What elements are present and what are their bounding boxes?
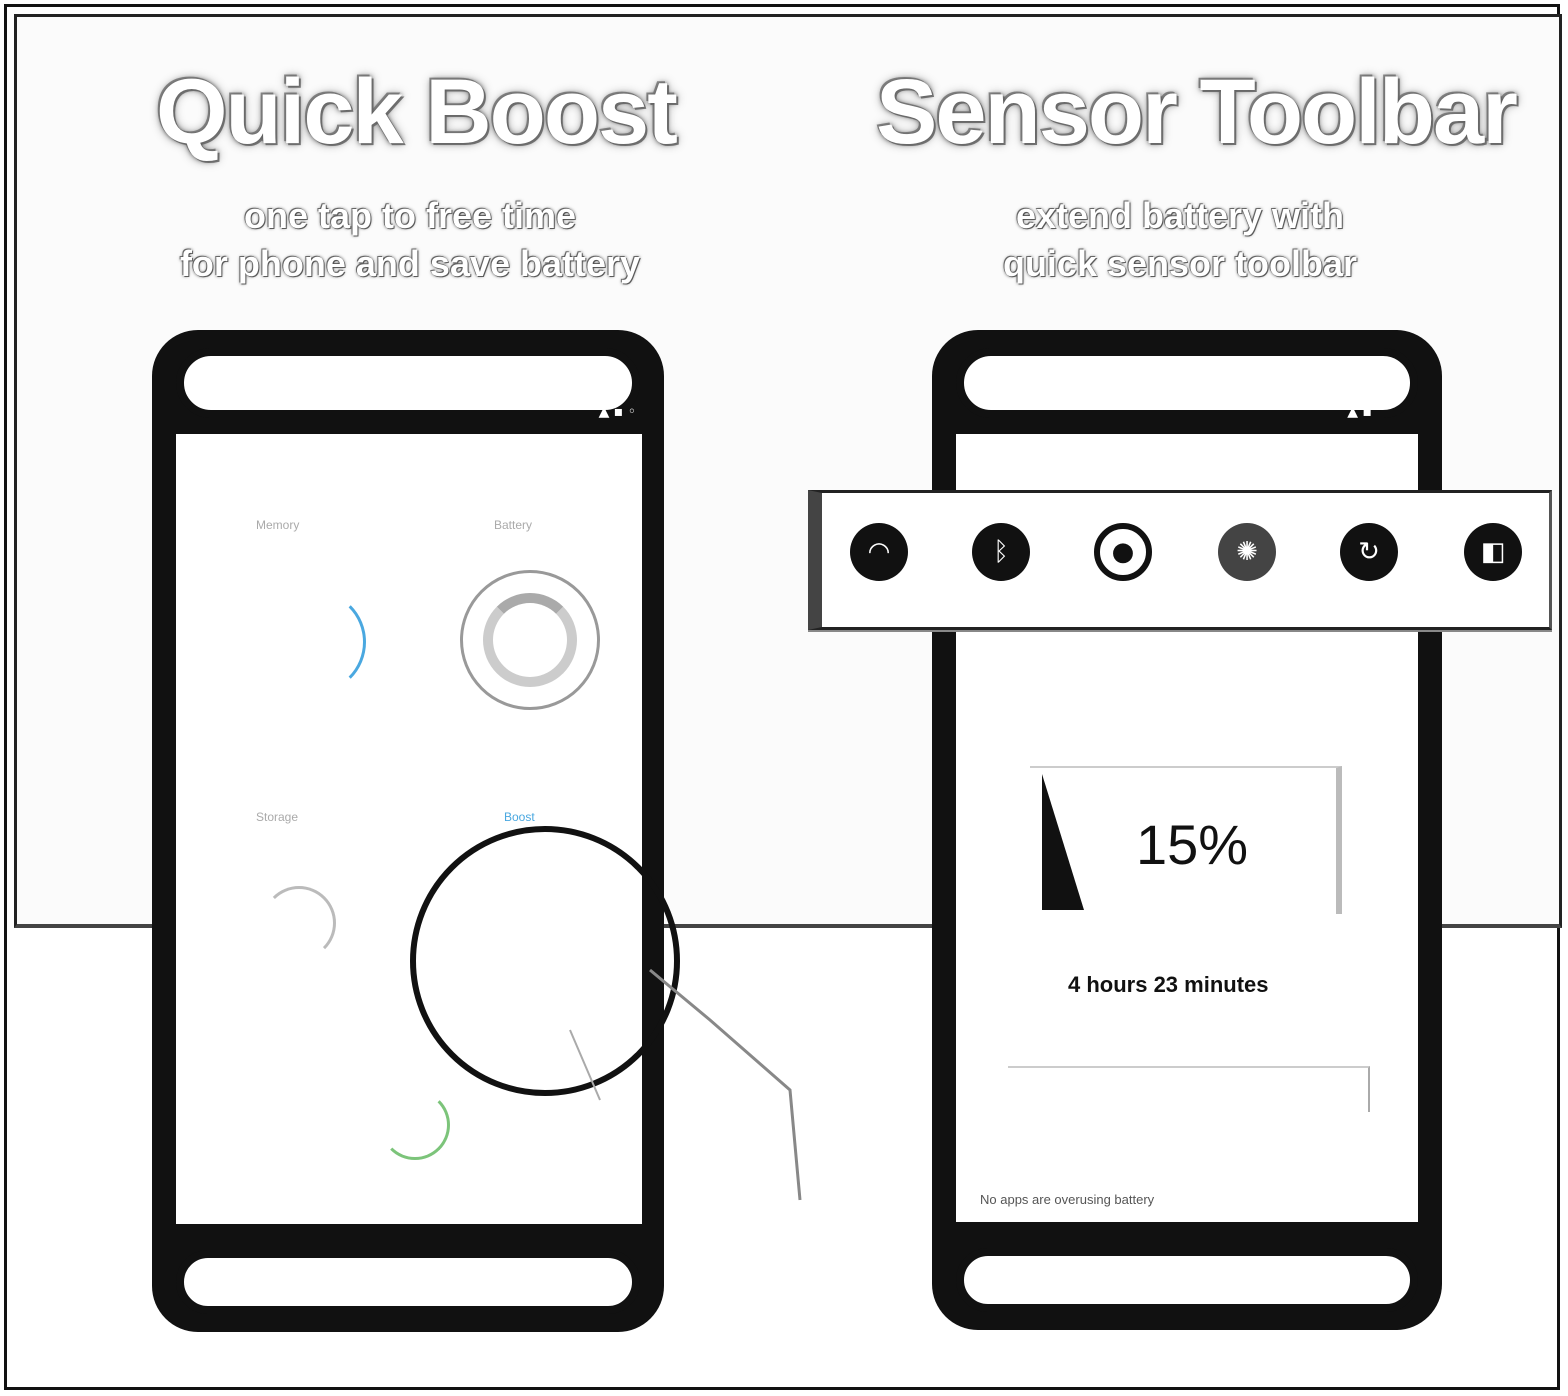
battery-level-graph (1042, 774, 1084, 910)
status-bar-icons: ▲ ▪ ◦ (598, 404, 636, 420)
sensor-toolbar-subtitle-line2: quick sensor toolbar (1002, 243, 1358, 284)
wifi-icon[interactable]: ◠ (850, 523, 908, 581)
battery-gauge[interactable] (460, 570, 600, 710)
cpu-gauge[interactable] (380, 1090, 450, 1160)
quick-boost-subtitle: one tap to free time for phone and save … (110, 192, 710, 288)
data-icon[interactable]: ◧ (1464, 523, 1522, 581)
phone-home-bar (956, 1248, 1418, 1312)
battery-percent: 15% (1136, 813, 1249, 876)
battery-usage-note: No apps are overusing battery (980, 1192, 1155, 1207)
sync-icon[interactable]: ● (1094, 523, 1152, 581)
battery-usage-list (1008, 1066, 1370, 1112)
battery-gauge-inner (483, 593, 577, 687)
gauge-label-memory: Memory (256, 518, 300, 532)
finger-pointer-icon (569, 968, 802, 1201)
battery-time-remaining: 4 hours 23 minutes (1068, 972, 1269, 997)
gauge-label-battery: Battery (494, 518, 533, 532)
sensor-toolbar-subtitle: extend battery with quick sensor toolbar (900, 192, 1460, 288)
storage-gauge[interactable] (262, 886, 336, 960)
gauge-label-storage: Storage (256, 810, 299, 824)
quick-boost-subtitle-line1: one tap to free time (243, 195, 577, 236)
quick-boost-subtitle-line2: for phone and save battery (179, 243, 641, 284)
bluetooth-icon[interactable]: ᛒ (972, 523, 1030, 581)
memory-gauge[interactable] (262, 590, 366, 694)
sensor-toolbar-title: Sensor Toolbar (876, 61, 1518, 163)
phone-speaker (176, 348, 640, 418)
status-bar-icons: ▲ ▪ (1347, 404, 1372, 420)
sensor-toolbar-subtitle-line1: extend battery with (1015, 195, 1345, 236)
brightness-icon[interactable]: ✺ (1218, 523, 1276, 581)
sensor-toolbar: ◠ ᛒ ● ✺ ↻ ◧ (808, 490, 1552, 630)
gauge-label-boost: Boost (504, 810, 535, 824)
quick-boost-title: Quick Boost (156, 61, 678, 163)
rotate-icon[interactable]: ↻ (1340, 523, 1398, 581)
phone-home-bar (176, 1250, 640, 1314)
